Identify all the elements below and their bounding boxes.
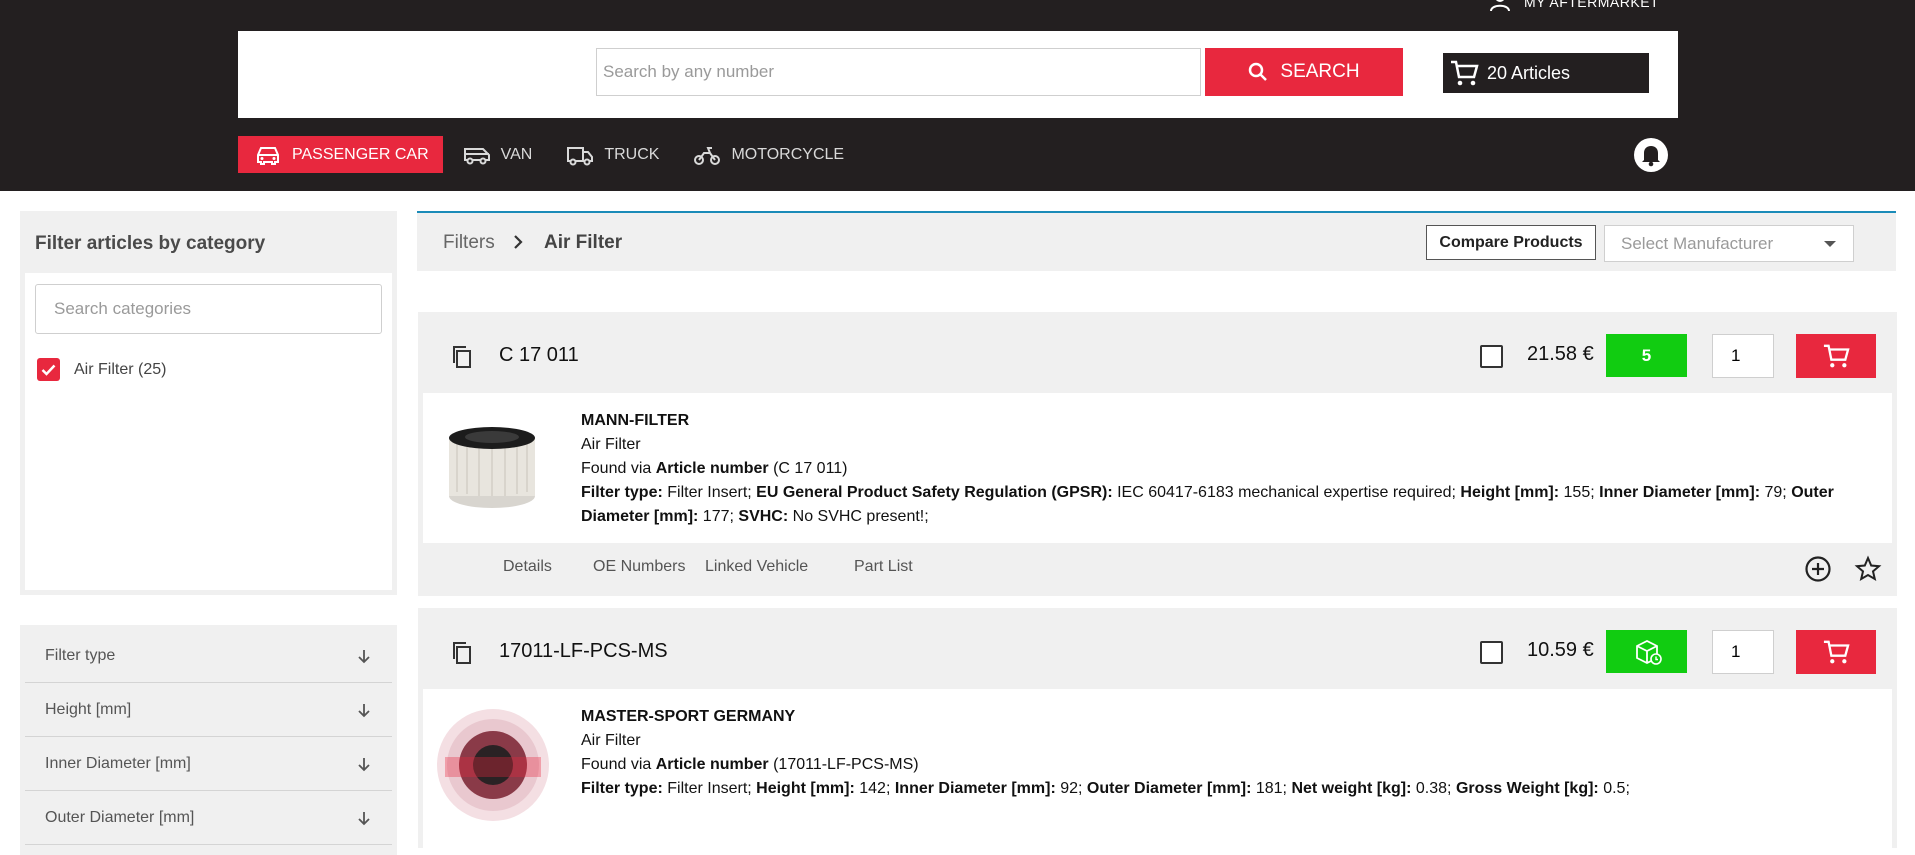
category-item-air-filter[interactable]: Air Filter (25) [37, 358, 166, 381]
attribute-label: Height [mm] [45, 701, 132, 718]
attribute-height[interactable]: Height [mm] [25, 684, 392, 737]
breadcrumb-current: Air Filter [544, 232, 623, 253]
article-header: 17011-LF-PCS-MS 10.59 € [423, 613, 1892, 689]
found-via-line: Found via Article number (17011-LF-PCS-M… [581, 756, 919, 773]
cart-icon [1451, 60, 1479, 86]
attribute-label: Outer Diameter [mm] [45, 809, 195, 826]
article-price: 10.59 € [1527, 639, 1594, 661]
tab-truck-label: TRUCK [604, 145, 660, 163]
tab-oe-numbers[interactable]: OE Numbers [593, 558, 685, 576]
compare-products-button[interactable]: Compare Products [1426, 225, 1596, 260]
caret-down-icon [1824, 240, 1836, 247]
compare-checkbox[interactable] [1480, 345, 1503, 368]
car-icon [257, 146, 279, 165]
tab-motorcycle-label: MOTORCYCLE [731, 145, 845, 163]
cart-icon [1823, 640, 1850, 664]
article-card: 17011-LF-PCS-MS 10.59 € MASTER-SPORT GER… [418, 608, 1897, 848]
tab-truck[interactable]: TRUCK [550, 136, 673, 173]
add-to-cart-button[interactable] [1796, 334, 1876, 378]
article-category: Air Filter [581, 436, 641, 453]
attribute-label: Filter type [45, 647, 116, 664]
category-filter-title: Filter articles by category [35, 233, 266, 254]
truck-icon [567, 146, 594, 165]
breadcrumb-parent-link[interactable]: Filters [443, 232, 495, 254]
article-card: C 17 011 21.58 € 5 MANN-FILTER Air Filte… [418, 312, 1897, 596]
arrow-down-icon [358, 758, 370, 772]
article-brand: MASTER-SPORT GERMANY [581, 708, 796, 725]
motorcycle-icon [694, 146, 721, 165]
cart-count-label: 20 Articles [1487, 62, 1571, 83]
attribute-filter-type[interactable]: Filter type [25, 630, 392, 683]
search-button-label: SEARCH [1280, 61, 1360, 82]
tab-details[interactable]: Details [503, 558, 552, 576]
tab-passenger-car-label: PASSENGER CAR [292, 145, 429, 163]
category-item-label: Air Filter (25) [74, 360, 167, 378]
search-input[interactable] [596, 48, 1201, 96]
star-icon[interactable] [1854, 555, 1882, 583]
category-list: Air Filter (25) [25, 273, 392, 590]
user-icon [1490, 0, 1510, 12]
article-specs: Filter type: Filter Insert; EU General P… [581, 484, 1834, 525]
copy-icon[interactable] [451, 641, 473, 665]
article-number[interactable]: C 17 011 [499, 344, 579, 367]
copy-icon[interactable] [451, 345, 473, 369]
tab-passenger-car[interactable]: PASSENGER CAR [238, 136, 443, 173]
my-aftermarket-label: MY AFTERMARKET [1524, 0, 1660, 10]
found-via-line: Found via Article number (C 17 011) [581, 460, 848, 477]
quantity-input[interactable] [1712, 630, 1774, 674]
manufacturer-select[interactable]: Select Manufacturer [1604, 225, 1854, 262]
tab-linked-vehicle[interactable]: Linked Vehicle [705, 558, 808, 576]
article-specs: Filter type: Filter Insert; Height [mm]:… [581, 780, 1630, 797]
product-image[interactable] [437, 412, 547, 522]
arrow-down-icon [358, 812, 370, 826]
arrow-down-icon [358, 704, 370, 718]
article-header: C 17 011 21.58 € 5 [423, 317, 1892, 393]
add-circle-icon[interactable] [1804, 555, 1832, 583]
add-to-cart-button[interactable] [1796, 630, 1876, 674]
category-filter-panel: Filter articles by category Air Filter (… [20, 211, 397, 595]
bell-icon [1642, 146, 1660, 167]
category-search-input[interactable] [35, 284, 382, 334]
checkmark-icon [41, 364, 56, 376]
stock-badge[interactable]: 5 [1606, 334, 1687, 377]
attribute-outer-diameter[interactable]: Outer Diameter [mm] [25, 792, 392, 845]
breadcrumb: Filters Air Filter Compare Products Sele… [417, 211, 1896, 271]
article-number[interactable]: 17011-LF-PCS-MS [499, 640, 668, 663]
attribute-label: Inner Diameter [mm] [45, 755, 191, 772]
tab-motorcycle[interactable]: MOTORCYCLE [677, 136, 858, 173]
chevron-right-icon [514, 235, 523, 249]
van-icon [463, 147, 490, 164]
vehicle-type-tabs: PASSENGER CAR VAN TRUCK MOTORCYCLE [238, 136, 862, 173]
category-checkbox[interactable] [37, 358, 60, 381]
cart-button[interactable]: 20 Articles [1443, 53, 1649, 93]
tab-van-label: VAN [500, 145, 533, 163]
attribute-filter-panel: Filter type Height [mm] Inner Diameter [… [20, 625, 397, 855]
search-bar: SEARCH 20 Articles [238, 31, 1678, 118]
manufacturer-select-value: Select Manufacturer [1621, 233, 1774, 253]
article-brand: MANN-FILTER [581, 412, 690, 429]
article-category: Air Filter [581, 732, 641, 749]
my-aftermarket-link[interactable]: MY AFTERMARKET [1488, 0, 1659, 12]
compare-checkbox[interactable] [1480, 641, 1503, 664]
article-info: MANN-FILTER Air Filter Found via Article… [581, 409, 1871, 529]
tab-part-list[interactable]: Part List [854, 558, 913, 576]
notifications-button[interactable] [1634, 138, 1668, 172]
search-icon [1249, 62, 1268, 81]
warehouse-box-icon [1635, 639, 1662, 665]
tab-van[interactable]: VAN [447, 136, 547, 173]
article-tabs: Details OE Numbers Linked Vehicle Part L… [423, 543, 1892, 593]
quantity-input[interactable] [1712, 334, 1774, 378]
search-button[interactable]: SEARCH [1205, 48, 1403, 96]
product-image[interactable] [435, 707, 551, 823]
attribute-inner-diameter[interactable]: Inner Diameter [mm] [25, 738, 392, 791]
stock-badge[interactable] [1606, 630, 1687, 673]
article-info: MASTER-SPORT GERMANY Air Filter Found vi… [581, 705, 1871, 801]
cart-icon [1823, 344, 1850, 368]
top-header: MY AFTERMARKET SEARCH 20 Articles PASSEN… [0, 0, 1915, 191]
arrow-down-icon [358, 650, 370, 664]
article-price: 21.58 € [1527, 343, 1594, 365]
